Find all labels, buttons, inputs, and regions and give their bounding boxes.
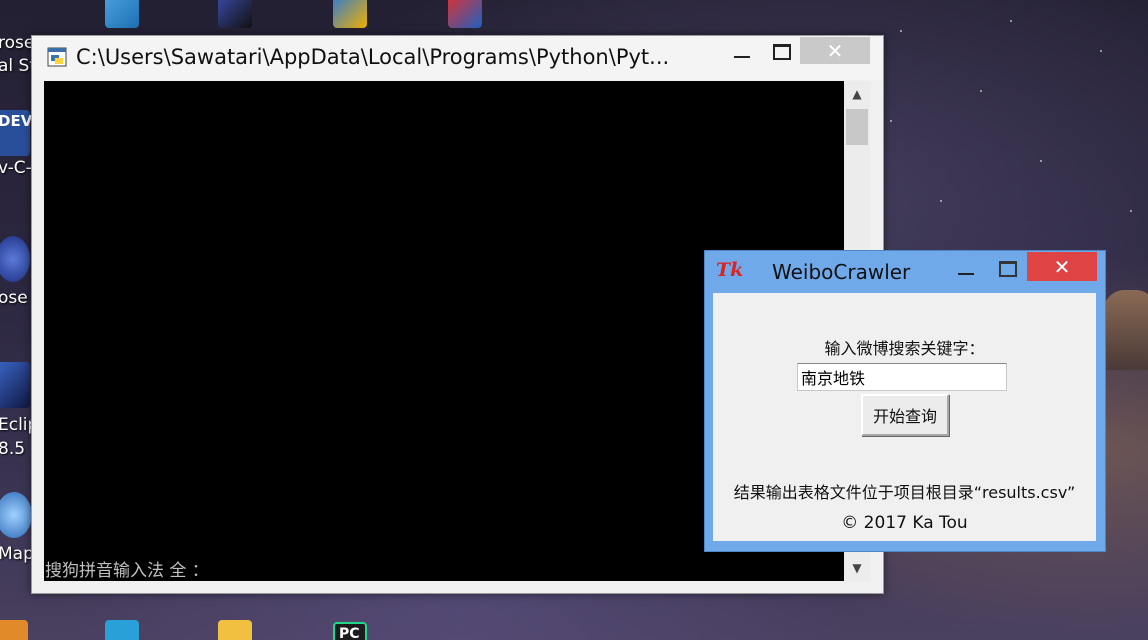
- console-window-title: C:\Users\Sawatari\AppData\Local\Programs…: [76, 45, 670, 69]
- desktop-shortcut-icon[interactable]: [333, 0, 367, 28]
- copyright-text: © 2017 Ka Tou: [841, 513, 968, 533]
- desktop-icon-label[interactable]: v-C-: [0, 158, 32, 178]
- pycharm-icon-text: PC: [339, 626, 360, 640]
- tk-title-bar[interactable]: Tk WeiboCrawler ✕: [705, 251, 1105, 289]
- desktop-shortcut-icon[interactable]: [0, 620, 28, 640]
- minimize-icon: [734, 56, 750, 58]
- maximize-icon: [999, 261, 1017, 277]
- keyword-prompt-label: 输入微博搜索关键字：: [824, 339, 985, 358]
- desktop-shortcut-icon[interactable]: [218, 0, 252, 28]
- scrollbar-thumb[interactable]: [846, 109, 868, 145]
- weibocrawler-window[interactable]: Tk WeiboCrawler ✕ 输入微博搜索关键字： 开始查询 结果输出表格…: [704, 250, 1106, 552]
- pycharm-icon[interactable]: PC: [333, 622, 367, 640]
- minimize-icon: [958, 273, 974, 275]
- minimize-button[interactable]: [949, 255, 983, 283]
- desktop-icon-label[interactable]: Map: [0, 544, 34, 564]
- minimize-button[interactable]: [725, 38, 759, 66]
- desktop-shortcut-icon[interactable]: [448, 0, 482, 28]
- eclipse-icon[interactable]: [0, 362, 30, 408]
- desktop-icon-label[interactable]: rose: [0, 33, 34, 53]
- desktop-shortcut-icon[interactable]: [105, 0, 139, 28]
- python-console-icon: [47, 47, 67, 67]
- close-button[interactable]: ✕: [1027, 252, 1097, 281]
- desktop-icon-text: DEV: [0, 112, 33, 130]
- close-icon: ✕: [826, 38, 844, 63]
- scroll-up-icon[interactable]: ▲: [844, 81, 870, 107]
- maximize-button[interactable]: [991, 255, 1025, 283]
- desktop-shortcut-icon[interactable]: [105, 620, 139, 640]
- tk-feather-icon: Tk: [716, 259, 744, 281]
- start-search-button[interactable]: 开始查询: [861, 394, 949, 436]
- scroll-down-icon[interactable]: ▼: [844, 555, 870, 581]
- devcpp-icon[interactable]: DEV: [0, 110, 33, 156]
- close-button[interactable]: ✕: [800, 37, 870, 64]
- rock-formation: [1100, 290, 1148, 370]
- ime-status-text: 搜狗拼音输入法 全 ：: [45, 561, 209, 581]
- console-title-bar[interactable]: C:\Users\Sawatari\AppData\Local\Programs…: [32, 36, 883, 80]
- folder-icon[interactable]: [218, 620, 252, 640]
- output-file-note: 结果输出表格文件位于项目根目录“results.csv”: [733, 483, 1076, 502]
- tk-window-title: WeiboCrawler: [772, 260, 911, 284]
- maps-magnifier-icon[interactable]: [0, 492, 32, 538]
- maximize-icon: [773, 44, 791, 60]
- rose-app-icon[interactable]: [0, 236, 30, 282]
- keyword-input[interactable]: [797, 363, 1007, 391]
- desktop-icon-label[interactable]: 8.5: [0, 439, 25, 459]
- close-icon: ✕: [1053, 254, 1071, 279]
- tk-client-area: 输入微博搜索关键字： 开始查询 结果输出表格文件位于项目根目录“results.…: [713, 293, 1096, 541]
- maximize-button[interactable]: [765, 38, 799, 66]
